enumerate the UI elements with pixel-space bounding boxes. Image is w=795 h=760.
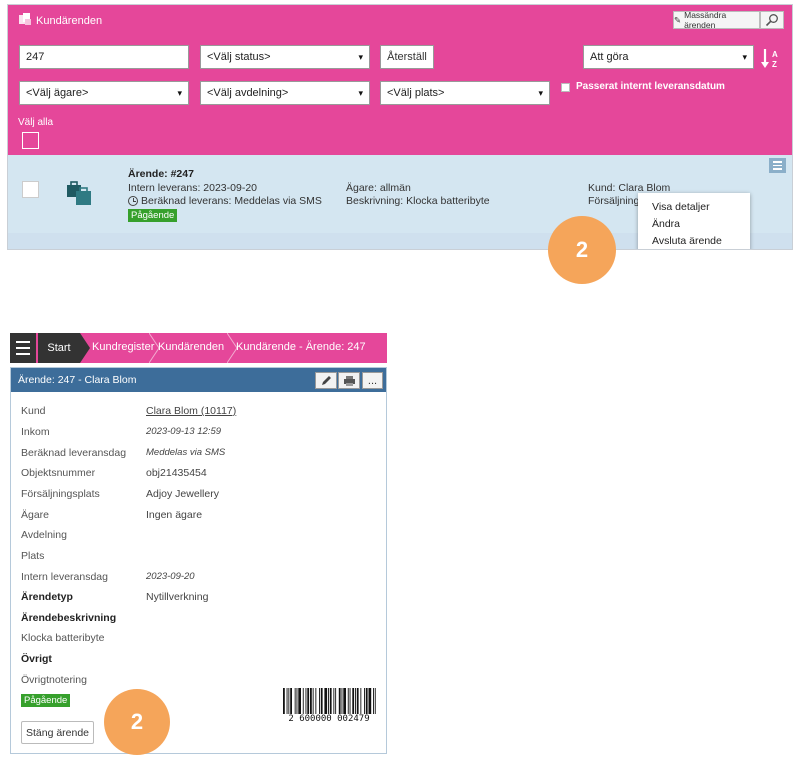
hamburger-menu-icon[interactable] — [10, 333, 36, 363]
department-select-value: <Välj avdelning> — [207, 87, 289, 99]
field-value: 2023-09-13 12:59 — [146, 426, 222, 437]
menu-item-edit[interactable]: Ändra — [652, 218, 680, 230]
department-select[interactable]: <Välj avdelning> ▾ — [200, 81, 370, 105]
cases-icon — [19, 13, 31, 25]
status-select[interactable]: <Välj status> ▾ — [200, 45, 370, 69]
todo-select-value: Att göra — [590, 51, 629, 63]
field-value: Nytillverkning — [146, 591, 209, 603]
todo-select[interactable]: Att göra ▾ — [583, 45, 754, 69]
svg-text:Z: Z — [772, 60, 777, 69]
printer-icon — [343, 375, 355, 386]
field-label: Kund — [21, 405, 46, 417]
panel-title: Kundärenden — [36, 15, 103, 27]
breadcrumb-start[interactable]: Start — [38, 333, 80, 363]
field-label: Intern leveransdag — [21, 571, 108, 583]
field-value: Ingen ägare — [146, 509, 203, 521]
owner-select-value: <Välj ägare> — [26, 87, 89, 99]
location-select[interactable]: <Välj plats> ▾ — [380, 81, 550, 105]
field-label: Plats — [21, 550, 45, 562]
breadcrumb-separator — [80, 333, 90, 363]
row-context-menu: Visa detaljer Ändra Avsluta ärende — [638, 193, 750, 249]
field-value: Meddelas via SMS — [146, 447, 226, 458]
field-label: Inkom — [21, 426, 50, 438]
breadcrumb: Start Kundregister Kundärenden Kundärend… — [10, 333, 387, 363]
mass-edit-button[interactable]: ✎ Massändra ärenden — [673, 10, 760, 30]
menu-item-show-details[interactable]: Visa detaljer — [652, 201, 710, 213]
field-label: Ärendetyp — [21, 591, 73, 603]
close-case-button[interactable]: Stäng ärende — [21, 721, 94, 744]
field-value: Adjoy Jewellery — [146, 488, 219, 500]
search-icon — [765, 14, 778, 27]
chevron-down-icon: ▾ — [358, 87, 363, 98]
clock-icon — [128, 196, 138, 206]
card-title: Ärende: 247 - Clara Blom — [18, 374, 137, 386]
row-owner: Ägare: allmän — [346, 182, 411, 194]
sort-icon[interactable]: A Z — [760, 47, 782, 69]
case-list-panel: Kundärenden ✎ Massändra ärenden 247 <Väl… — [7, 4, 793, 250]
menu-item-close-case[interactable]: Avsluta ärende — [652, 235, 722, 247]
status-select-value: <Välj status> — [207, 51, 271, 63]
field-value: 2023-09-20 — [146, 571, 195, 582]
breadcrumb-current-case: Kundärende - Ärende: 247 — [236, 341, 366, 353]
field-label: Avdelning — [21, 529, 67, 541]
more-button[interactable]: ... — [362, 372, 383, 389]
internal-delivery: Intern leverans: 2023-09-20 — [128, 182, 257, 194]
field-label: Objektsnummer — [21, 467, 96, 479]
pencil-icon — [322, 375, 331, 385]
callout-badge: 2 — [548, 216, 616, 284]
field-label: Ägare — [21, 509, 50, 521]
row-description: Beskrivning: Klocka batteribyte — [346, 195, 490, 207]
field-label: Övrigtnotering — [21, 674, 87, 686]
select-all-checkbox[interactable] — [22, 132, 39, 149]
mass-edit-label: Massändra ärenden — [684, 10, 727, 30]
case-title[interactable]: Ärende: #247 — [128, 168, 194, 180]
search-input[interactable]: 247 — [19, 45, 189, 69]
briefcase-icon — [67, 181, 91, 205]
breadcrumb-cases[interactable]: Kundärenden — [158, 341, 224, 353]
field-label: Övrigt — [21, 653, 52, 665]
customer-link[interactable]: Clara Blom (10117) — [146, 405, 236, 417]
print-button[interactable] — [338, 372, 360, 389]
search-input-value: 247 — [26, 51, 45, 63]
breadcrumb-customer-register[interactable]: Kundregister — [92, 341, 154, 353]
edit-button[interactable] — [315, 372, 337, 389]
callout-badge: 2 — [104, 689, 170, 755]
status-badge: Pågående — [128, 209, 178, 222]
reset-button[interactable]: Återställ — [380, 45, 434, 69]
location-select-value: <Välj plats> — [387, 87, 445, 99]
owner-select[interactable]: <Välj ägare> ▾ — [19, 81, 189, 105]
chevron-down-icon: ▾ — [742, 51, 747, 62]
svg-text:A: A — [772, 50, 778, 59]
select-all-label: Välj alla — [18, 117, 54, 128]
estimated-delivery: Beräknad leverans: Meddelas via SMS — [141, 195, 322, 207]
overdue-label: Passerat internt leveransdatum — [576, 81, 725, 92]
chevron-down-icon: ▾ — [177, 87, 182, 98]
row-checkbox[interactable] — [22, 181, 39, 198]
search-button[interactable] — [760, 11, 784, 29]
status-badge: Pågående — [21, 694, 71, 707]
chevron-down-icon: ▾ — [358, 51, 363, 62]
filter-area: Kundärenden ✎ Massändra ärenden 247 <Väl… — [8, 5, 792, 155]
case-detail-card: Ärende: 247 - Clara Blom ... Kund Clara … — [10, 367, 387, 754]
field-label: Beräknad leveransdag — [21, 447, 127, 459]
row-menu-button[interactable] — [769, 158, 786, 173]
field-value: obj21435454 — [146, 467, 207, 479]
barcode-image — [283, 688, 376, 714]
field-label: Försäljningsplats — [21, 488, 100, 500]
field-label: Ärendebeskrivning — [21, 612, 117, 624]
field-label: Klocka batteribyte — [21, 632, 105, 644]
card-header: Ärende: 247 - Clara Blom ... — [11, 368, 386, 392]
pencil-icon: ✎ — [674, 14, 682, 25]
barcode-number: 2 600000 002479 — [288, 714, 370, 724]
chevron-down-icon: ▾ — [538, 87, 543, 98]
overdue-checkbox[interactable] — [561, 83, 570, 92]
